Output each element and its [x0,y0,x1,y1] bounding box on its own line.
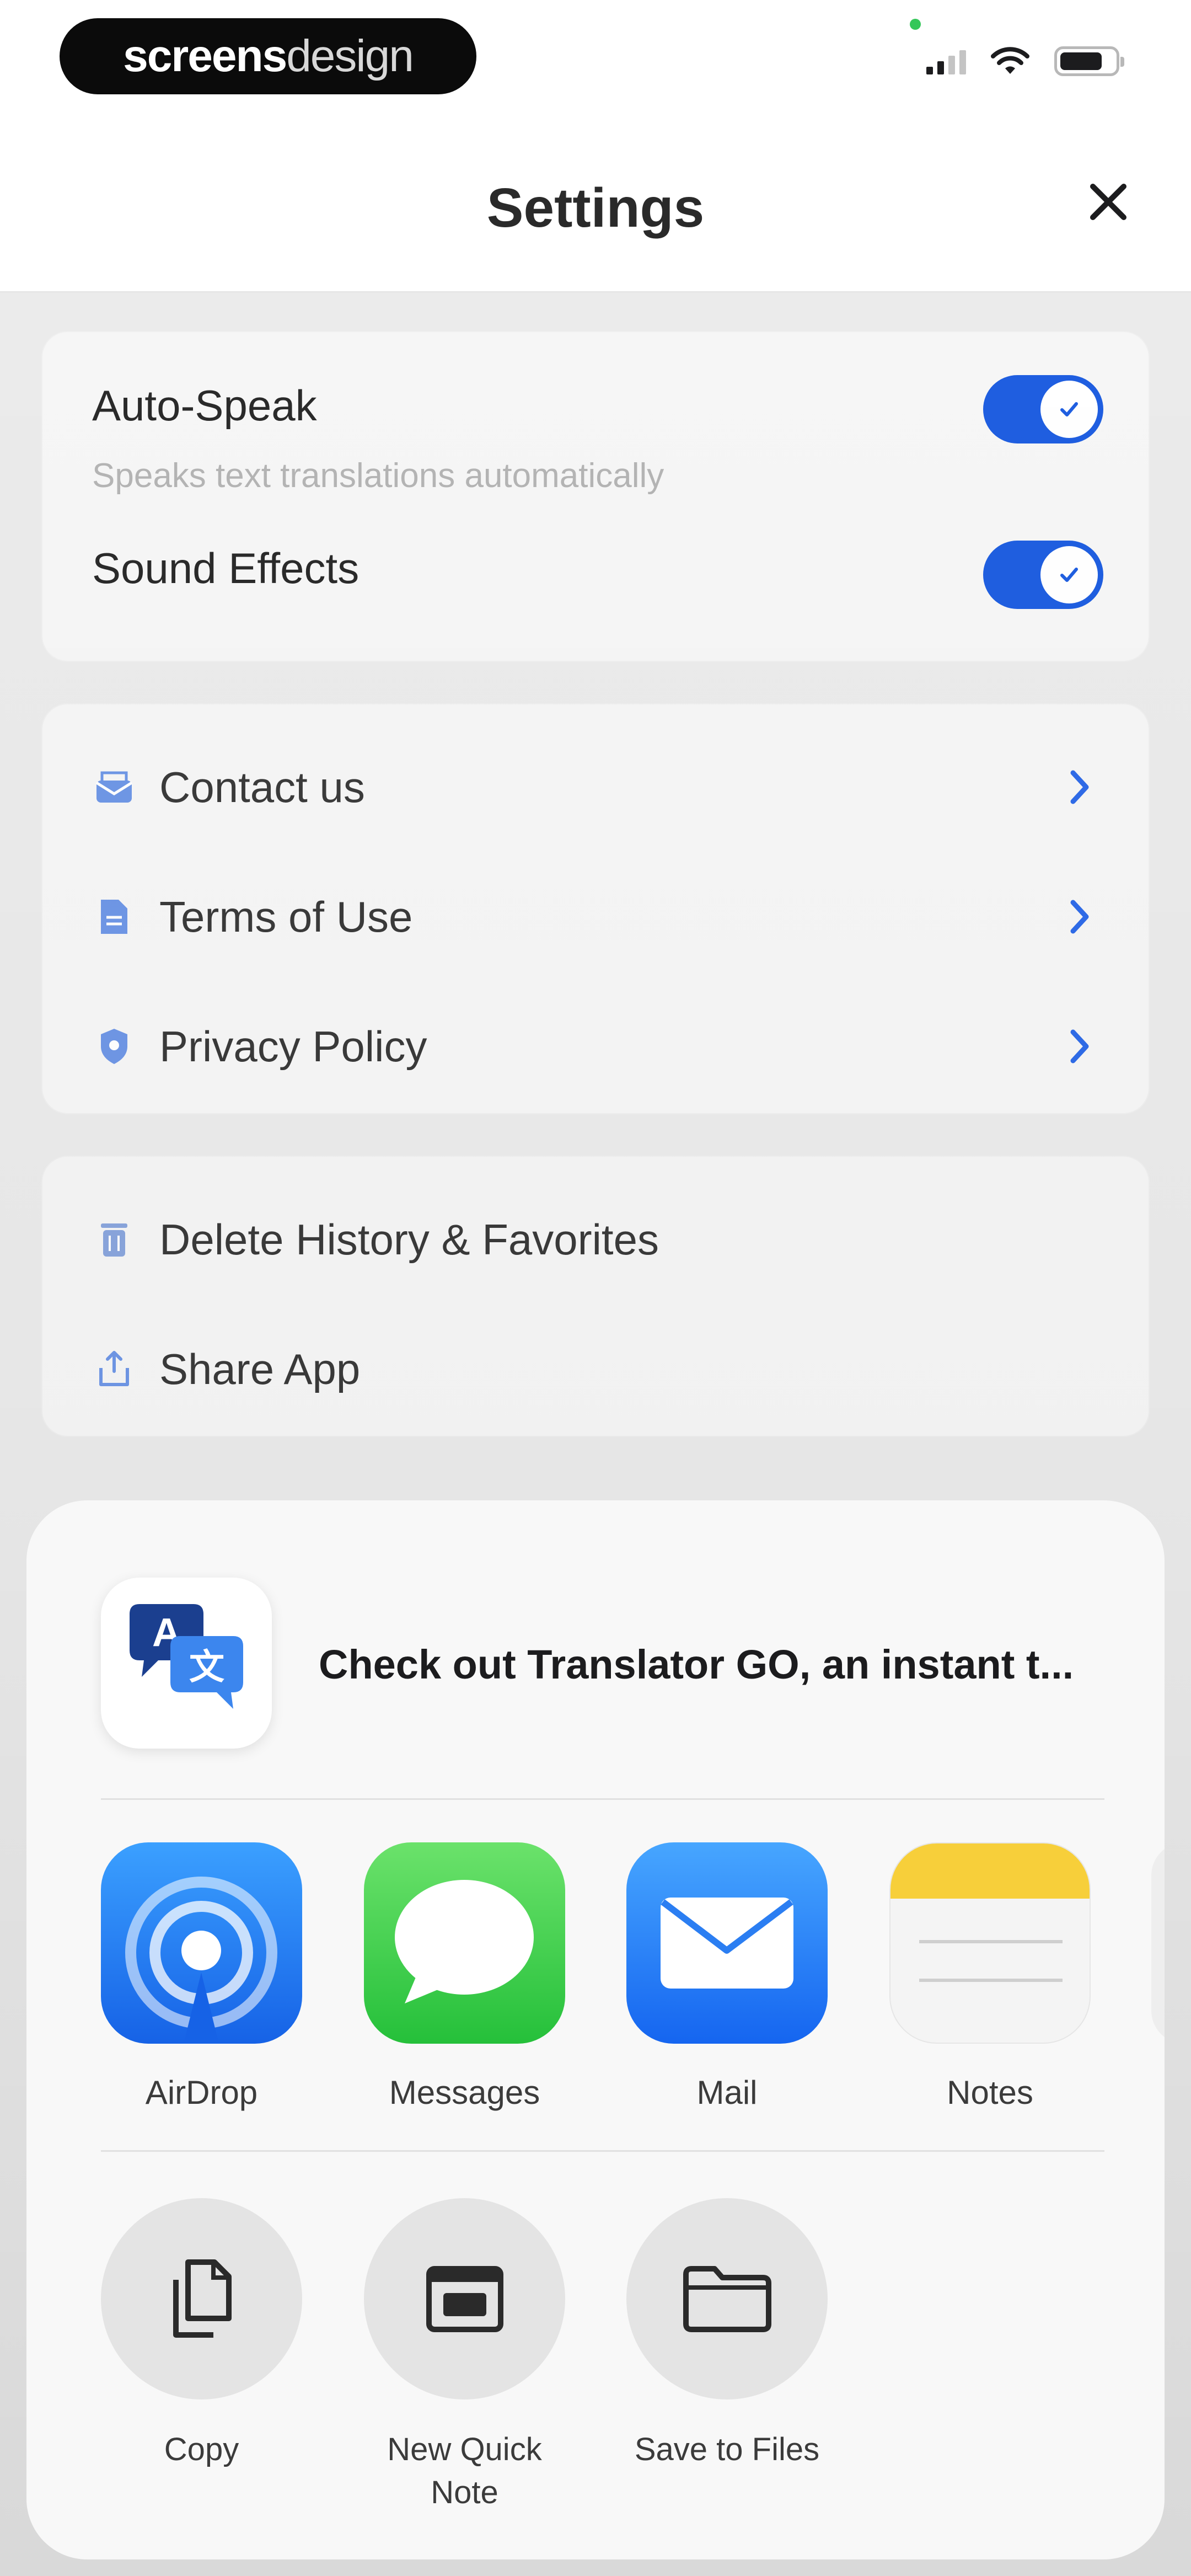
actions-card: Delete History & Favorites Share App [41,1156,1150,1437]
share-target-notes[interactable]: Notes [889,1842,1091,2112]
privacy-indicator-dot [910,19,921,30]
nav-header: Settings [0,116,1191,292]
share-sheet: A 文 Check out Translator GO, an instant … [26,1500,1165,2559]
share-target-more-partial[interactable] [1151,1842,1165,2044]
share-app-label: Share App [159,1344,361,1393]
document-icon [92,895,136,939]
delete-history-row[interactable]: Delete History & Favorites [42,1179,1149,1300]
mail-icon [92,765,136,809]
watermark-bold-text: screens [123,31,287,81]
share-app-row[interactable]: Share App [42,1308,1149,1430]
messages-label: Messages [389,2074,540,2111]
share-actions-row: Copy New Quick Note Save to Files [26,2198,1165,2529]
folder-icon [683,2265,771,2332]
share-preview: A 文 Check out Translator GO, an instant … [26,1500,1165,1798]
notes-icon [889,1842,1091,2044]
auto-speak-toggle[interactable] [983,375,1103,443]
watermark-light-text: design [286,31,414,81]
auto-speak-label: Auto-Speak [92,381,317,430]
translator-app-icon: A 文 [101,1578,272,1749]
status-icons [926,46,1124,76]
chevron-right-icon [1060,765,1099,809]
messages-icon [364,1842,565,2044]
share-target-airdrop[interactable]: AirDrop [101,1842,302,2112]
sound-effects-toggle[interactable] [983,541,1103,609]
battery-icon [1054,46,1124,76]
quick-note-icon [426,2265,503,2332]
copy-icon [173,2259,232,2338]
share-preview-text: Check out Translator GO, an instant t... [319,1642,1074,1687]
share-icon [92,1347,136,1391]
svg-text:文: 文 [189,1647,224,1688]
status-bar: screens design [0,0,1191,116]
airdrop-label: AirDrop [145,2074,258,2111]
close-button[interactable] [1075,169,1141,235]
mail-app-icon [626,1842,828,2044]
page-title: Settings [486,177,705,239]
quick-note-button[interactable] [364,2198,565,2399]
quick-note-action[interactable]: New Quick Note [364,2198,565,2515]
trash-icon [92,1217,136,1262]
delete-history-label: Delete History & Favorites [159,1215,659,1264]
airdrop-icon [101,1842,302,2044]
close-icon [1090,184,1126,220]
mail-label: Mail [696,2074,758,2111]
contact-us-row[interactable]: Contact us [42,726,1149,848]
watermark-logo: screens design [60,18,476,94]
save-to-files-action[interactable]: Save to Files [626,2198,828,2471]
copy-action[interactable]: Copy [101,2198,302,2471]
copy-button[interactable] [101,2198,302,2399]
copy-label: Copy [164,2431,239,2467]
contact-us-label: Contact us [159,762,365,811]
terms-of-use-label: Terms of Use [159,892,413,941]
divider [101,2150,1104,2152]
toggles-card: Auto-Speak Speaks text translations auto… [41,331,1150,662]
checkmark-icon [1060,402,1078,416]
save-to-files-label: Save to Files [634,2431,820,2467]
share-target-messages[interactable]: Messages [364,1842,565,2112]
divider [101,1798,1104,1800]
auto-speak-description: Speaks text translations automatically [92,457,664,495]
toggle-knob [1040,546,1098,603]
quick-note-label: New Quick Note [387,2431,542,2511]
share-targets-row: AirDrop Messages Mail Notes [26,1842,1165,2129]
notes-label: Notes [947,2074,1033,2111]
links-card: Contact us Terms of Use Privacy Policy [41,703,1150,1114]
share-target-mail[interactable]: Mail [626,1842,828,2112]
chevron-right-icon [1060,1024,1099,1068]
save-to-files-button[interactable] [626,2198,828,2399]
chevron-right-icon [1060,895,1099,939]
wifi-icon [991,47,1029,74]
shield-icon [92,1024,136,1068]
toggle-knob [1040,381,1098,438]
privacy-policy-row[interactable]: Privacy Policy [42,986,1149,1107]
privacy-policy-label: Privacy Policy [159,1022,427,1071]
checkmark-icon [1060,568,1078,582]
terms-of-use-row[interactable]: Terms of Use [42,856,1149,977]
cellular-signal-icon [926,48,966,74]
sound-effects-label: Sound Effects [92,544,360,592]
